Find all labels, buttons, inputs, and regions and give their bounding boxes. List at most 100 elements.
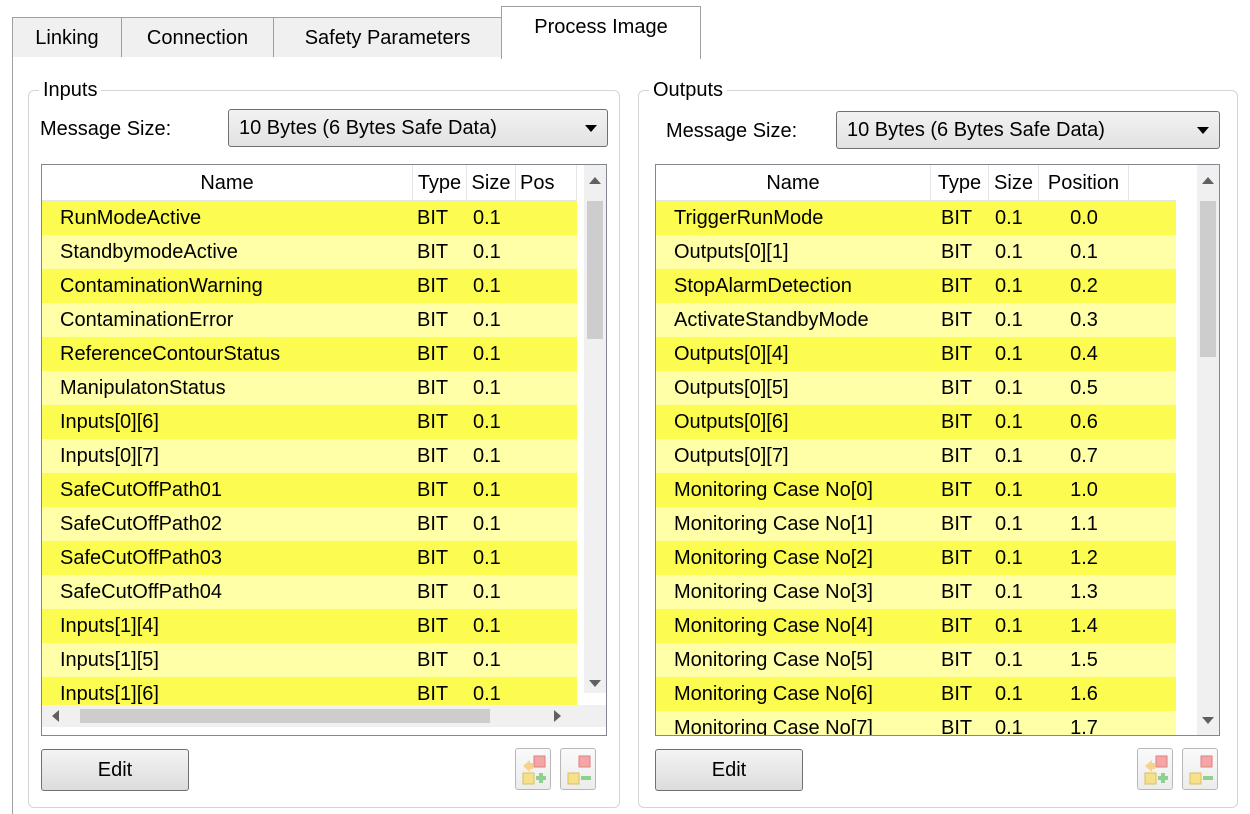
outputs-message-size-combo[interactable]: 10 Bytes (6 Bytes Safe Data) [836,111,1220,149]
chevron-down-icon [585,125,597,132]
cell-size: 0.1 [995,479,1023,501]
outputs-edit-button[interactable]: Edit [655,749,803,791]
inputs-vertical-scroll-thumb[interactable] [587,201,603,339]
table-row[interactable]: SafeCutOffPath02 BIT 0.1 [42,507,577,541]
table-row[interactable]: Monitoring Case No[6] BIT 0.1 1.6 [656,677,1176,711]
table-row[interactable]: ContaminationWarning BIT 0.1 [42,269,577,303]
table-row[interactable]: StopAlarmDetection BIT 0.1 0.2 [656,269,1176,303]
cell-size: 0.1 [995,683,1023,705]
inputs-add-mapping-button[interactable] [515,748,551,790]
table-row[interactable]: Monitoring Case No[5] BIT 0.1 1.5 [656,643,1176,677]
column-header-size[interactable]: Size [989,165,1039,201]
scroll-up-icon[interactable] [1202,177,1214,184]
scroll-down-icon[interactable] [589,680,601,687]
cell-name: SafeCutOffPath04 [60,581,222,603]
table-row[interactable]: Monitoring Case No[2] BIT 0.1 1.2 [656,541,1176,575]
table-row[interactable]: Outputs[0][6] BIT 0.1 0.6 [656,405,1176,439]
scroll-down-icon[interactable] [1202,717,1214,724]
cell-type: BIT [417,207,449,229]
table-row[interactable]: Monitoring Case No[7] BIT 0.1 1.7 [656,711,1176,736]
table-row[interactable]: Monitoring Case No[3] BIT 0.1 1.3 [656,575,1176,609]
cell-type: BIT [417,411,449,433]
inputs-remove-mapping-button[interactable] [560,748,596,790]
cell-position: 0.3 [1070,309,1098,331]
inputs-list[interactable]: Name Type Size Pos RunModeActive BIT 0.1 St… [41,164,607,736]
inputs-horizontal-scroll-thumb[interactable] [80,709,490,723]
table-row[interactable]: Outputs[0][1] BIT 0.1 0.1 [656,235,1176,269]
table-row[interactable]: ReferenceContourStatus BIT 0.1 [42,337,577,371]
column-header-size[interactable]: Size [467,165,516,201]
cell-position [516,235,577,269]
tab-linking[interactable]: Linking [12,17,122,58]
cell-size: 0.1 [995,343,1023,365]
remove-mapping-icon [567,755,591,785]
column-header-name[interactable]: Name [42,165,413,201]
inputs-message-size-combo[interactable]: 10 Bytes (6 Bytes Safe Data) [228,109,608,147]
table-row[interactable]: RunModeActive BIT 0.1 [42,201,577,235]
outputs-vertical-scrollbar[interactable] [1197,165,1219,735]
cell-position: 0.7 [1070,445,1098,467]
table-row[interactable]: SafeCutOffPath01 BIT 0.1 [42,473,577,507]
cell-type: BIT [941,445,973,467]
tab-safety-parameters[interactable]: Safety Parameters [273,17,502,58]
outputs-vertical-scroll-thumb[interactable] [1200,201,1216,357]
column-header-type[interactable]: Type [413,165,467,201]
table-row[interactable]: StandbymodeActive BIT 0.1 [42,235,577,269]
cell-position: 0.0 [1070,207,1098,229]
outputs-list[interactable]: Name Type Size Position TriggerRunMode BI… [655,164,1220,736]
column-header-type[interactable]: Type [931,165,989,201]
inputs-edit-button[interactable]: Edit [41,749,189,791]
cell-type: BIT [941,207,973,229]
inputs-group-title: Inputs [39,77,102,103]
scroll-left-icon[interactable] [52,710,59,722]
column-header-name[interactable]: Name [656,165,931,201]
table-row[interactable]: Outputs[0][4] BIT 0.1 0.4 [656,337,1176,371]
cell-name: ReferenceContourStatus [60,343,281,365]
column-header-position[interactable]: Position [1039,165,1129,201]
cell-type: BIT [417,275,449,297]
scroll-up-icon[interactable] [589,177,601,184]
table-row[interactable]: Inputs[1][5] BIT 0.1 [42,643,577,677]
inputs-vertical-scrollbar[interactable] [584,165,606,693]
cell-name: RunModeActive [60,207,202,229]
cell-type: BIT [941,377,973,399]
tab-process-image[interactable]: Process Image [501,6,701,59]
tab-connection[interactable]: Connection [121,17,274,58]
cell-size: 0.1 [473,615,501,637]
cell-position: 1.7 [1070,717,1098,736]
table-row[interactable]: ContaminationError BIT 0.1 [42,303,577,337]
inputs-message-size-value: 10 Bytes (6 Bytes Safe Data) [239,116,497,139]
outputs-group-title: Outputs [649,77,728,103]
scroll-right-icon[interactable] [554,710,561,722]
scrollbar-corner [584,705,606,727]
table-row[interactable]: Outputs[0][7] BIT 0.1 0.7 [656,439,1176,473]
cell-size: 0.1 [473,411,501,433]
cell-position: 1.6 [1070,683,1098,705]
table-row[interactable]: TriggerRunMode BIT 0.1 0.0 [656,201,1176,235]
cell-name: SafeCutOffPath01 [60,479,222,501]
table-row[interactable]: ManipulatonStatus BIT 0.1 [42,371,577,405]
table-row[interactable]: SafeCutOffPath04 BIT 0.1 [42,575,577,609]
table-row[interactable]: Inputs[0][7] BIT 0.1 [42,439,577,473]
table-row[interactable]: Inputs[1][4] BIT 0.1 [42,609,577,643]
column-header-position[interactable]: Pos [516,165,577,201]
table-row[interactable]: Inputs[0][6] BIT 0.1 [42,405,577,439]
cell-type: BIT [941,513,973,535]
table-row[interactable]: Monitoring Case No[1] BIT 0.1 1.1 [656,507,1176,541]
table-row[interactable]: ActivateStandbyMode BIT 0.1 0.3 [656,303,1176,337]
table-row[interactable]: SafeCutOffPath03 BIT 0.1 [42,541,577,575]
chevron-down-icon[interactable] [1197,127,1209,134]
table-row[interactable]: Monitoring Case No[4] BIT 0.1 1.4 [656,609,1176,643]
cell-position [516,541,577,575]
inputs-list-header: Name Type Size Pos [42,165,577,201]
cell-size: 0.1 [995,377,1023,399]
table-row[interactable]: Outputs[0][5] BIT 0.1 0.5 [656,371,1176,405]
cell-name: Monitoring Case No[6] [674,683,873,705]
cell-size: 0.1 [995,241,1023,263]
outputs-remove-mapping-button[interactable] [1182,748,1218,790]
inputs-horizontal-scrollbar[interactable] [42,705,584,727]
outputs-add-mapping-button[interactable] [1137,748,1173,790]
cell-position [516,405,577,439]
table-row[interactable]: Monitoring Case No[0] BIT 0.1 1.0 [656,473,1176,507]
cell-size: 0.1 [473,377,501,399]
